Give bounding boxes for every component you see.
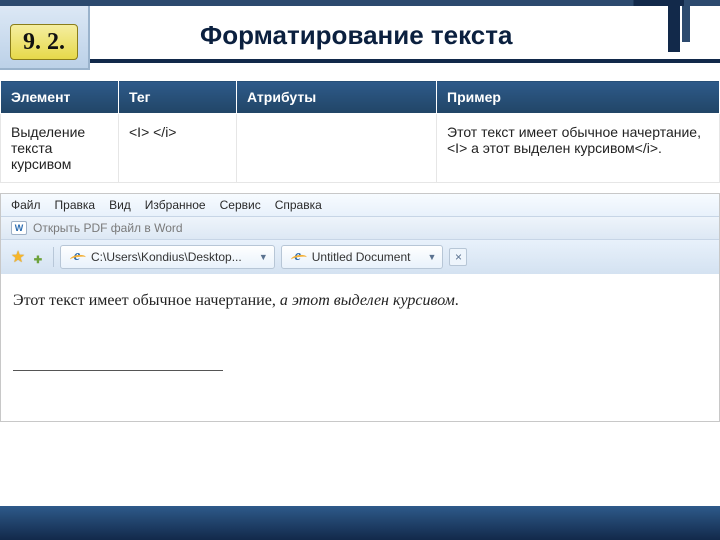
pdf-open-label[interactable]: Открыть PDF файл в Word bbox=[33, 221, 183, 235]
chevron-down-icon[interactable]: ▼ bbox=[259, 252, 268, 262]
col-example: Пример bbox=[437, 81, 720, 114]
ie-icon bbox=[290, 249, 306, 265]
horizontal-rule bbox=[13, 370, 223, 371]
pdf-toolbar: W Открыть PDF файл в Word bbox=[1, 217, 719, 240]
col-tag: Тег bbox=[119, 81, 237, 114]
cell-attributes bbox=[237, 114, 437, 183]
rendered-text-italic: а этот выделен курсивом bbox=[280, 292, 455, 309]
tab-path[interactable]: C:\Users\Kondius\Desktop... ▼ bbox=[60, 245, 275, 269]
browser-window: Файл Правка Вид Избранное Сервис Справка… bbox=[0, 193, 720, 422]
menu-view[interactable]: Вид bbox=[109, 198, 131, 212]
new-tab-button[interactable]: × bbox=[449, 248, 467, 266]
menu-tools[interactable]: Сервис bbox=[220, 198, 261, 212]
menu-bar: Файл Правка Вид Избранное Сервис Справка bbox=[1, 194, 719, 217]
chevron-down-icon[interactable]: ▼ bbox=[428, 252, 437, 262]
menu-favorites[interactable]: Избранное bbox=[145, 198, 206, 212]
page-title: Форматирование текста bbox=[90, 6, 720, 51]
menu-file[interactable]: Файл bbox=[11, 198, 41, 212]
rendered-text-period: . bbox=[455, 292, 459, 309]
cell-example: Этот текст имеет обычное начертание, <I>… bbox=[437, 114, 720, 183]
separator bbox=[53, 247, 54, 267]
tab-document-label: Untitled Document bbox=[312, 250, 411, 264]
ie-icon bbox=[69, 249, 85, 265]
table-row: Выделение текста курсивом <I> </i> Этот … bbox=[1, 114, 720, 183]
address-tab-bar: ★ ✚ C:\Users\Kondius\Desktop... ▼ Untitl… bbox=[1, 240, 719, 274]
slide-header: 9. 2. Форматирование текста bbox=[0, 0, 720, 80]
title-underline bbox=[90, 59, 720, 63]
tab-document[interactable]: Untitled Document ▼ bbox=[281, 245, 444, 269]
col-element: Элемент bbox=[1, 81, 119, 114]
decor-bar bbox=[668, 6, 680, 52]
favorites-star-icon[interactable]: ★ bbox=[9, 248, 27, 266]
col-attributes: Атрибуты bbox=[237, 81, 437, 114]
cell-tag: <I> </i> bbox=[119, 114, 237, 183]
page-content: Этот текст имеет обычное начертание, а э… bbox=[1, 274, 719, 421]
menu-help[interactable]: Справка bbox=[275, 198, 322, 212]
tab-path-label: C:\Users\Kondius\Desktop... bbox=[91, 250, 242, 264]
menu-edit[interactable]: Правка bbox=[55, 198, 96, 212]
footer-band bbox=[0, 506, 720, 540]
word-icon: W bbox=[11, 221, 27, 235]
decor-bar bbox=[682, 6, 690, 42]
rendered-text-normal: Этот текст имеет обычное начертание, bbox=[13, 292, 280, 309]
section-badge: 9. 2. bbox=[10, 24, 78, 60]
add-favorite-icon[interactable]: ✚ bbox=[29, 251, 47, 269]
table-header-row: Элемент Тег Атрибуты Пример bbox=[1, 81, 720, 114]
cell-element: Выделение текста курсивом bbox=[1, 114, 119, 183]
formatting-table: Элемент Тег Атрибуты Пример Выделение те… bbox=[0, 80, 720, 183]
